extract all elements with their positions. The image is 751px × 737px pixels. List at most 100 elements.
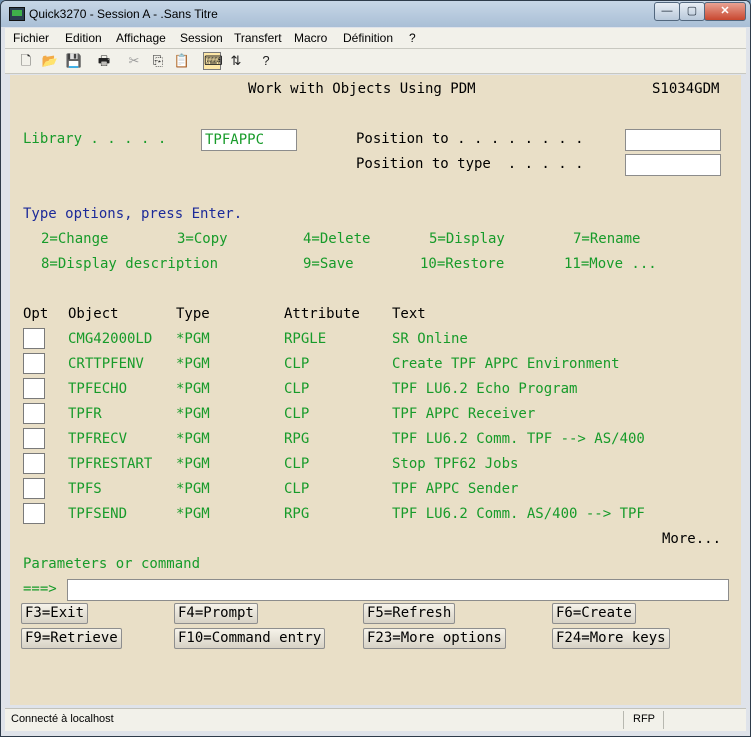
menu-macro[interactable]: Macro <box>294 31 327 45</box>
window-title: Quick3270 - Session A - .Sans Titre <box>29 7 218 21</box>
save-icon[interactable]: 💾 <box>65 52 83 70</box>
option-copy: 3=Copy <box>177 231 228 247</box>
object-text: TPF LU6.2 Echo Program <box>392 381 578 397</box>
object-name: CRTTPFENV <box>68 356 144 372</box>
column-header-attribute: Attribute <box>284 306 360 322</box>
object-attribute: CLP <box>284 356 310 372</box>
opt-field[interactable] <box>23 378 45 399</box>
opt-field[interactable] <box>23 328 45 349</box>
opt-field[interactable] <box>23 428 45 449</box>
position-to-field[interactable] <box>625 129 721 151</box>
object-name: TPFR <box>68 406 102 422</box>
menu-session[interactable]: Session <box>180 31 223 45</box>
object-type: *PGM <box>176 406 210 422</box>
status-divider <box>663 711 664 729</box>
f10-command-entry-button[interactable]: F10=Command entry <box>174 628 326 649</box>
object-text: TPF APPC Sender <box>392 481 519 497</box>
connection-status: Connecté à localhost <box>11 713 114 725</box>
f9-retrieve-button[interactable]: F9=Retrieve <box>21 628 122 649</box>
option-rename: 7=Rename <box>573 231 641 247</box>
object-type: *PGM <box>176 431 210 447</box>
object-name: TPFRESTART <box>68 456 153 472</box>
open-folder-icon[interactable]: 📂 <box>41 52 59 70</box>
position-to-type-field[interactable] <box>625 154 721 176</box>
menu-transfert[interactable]: Transfert <box>234 31 282 45</box>
status-divider <box>623 711 624 729</box>
screen-title: Work with Objects Using PDM <box>248 81 476 97</box>
object-attribute: RPGLE <box>284 331 327 347</box>
menu-edition[interactable]: Edition <box>65 31 102 45</box>
object-text: Create TPF APPC Environment <box>392 356 620 372</box>
option-display: 5=Display <box>429 231 505 247</box>
object-name: TPFSEND <box>68 506 128 522</box>
help-icon[interactable]: ? <box>257 52 275 70</box>
option-save: 9=Save <box>303 256 354 272</box>
maximize-button[interactable]: ▢ <box>679 2 705 21</box>
object-text: TPF APPC Receiver <box>392 406 536 422</box>
command-line-input[interactable] <box>67 579 729 601</box>
f3-exit-button[interactable]: F3=Exit <box>21 603 89 624</box>
f6-create-button[interactable]: F6=Create <box>552 603 636 624</box>
opt-field[interactable] <box>23 353 45 374</box>
object-text: TPF LU6.2 Comm. TPF --> AS/400 <box>392 431 645 447</box>
column-header-type: Type <box>176 306 210 322</box>
object-attribute: CLP <box>284 406 310 422</box>
library-field[interactable]: TPFAPPC <box>201 129 297 151</box>
copy-icon[interactable]: ⎘ <box>149 52 167 70</box>
close-button[interactable]: ✕ <box>704 2 746 21</box>
opt-field[interactable] <box>23 478 45 499</box>
opt-field[interactable] <box>23 503 45 524</box>
object-text: Stop TPF62 Jobs <box>392 456 519 472</box>
mode-indicator: RFP <box>633 713 655 725</box>
object-attribute: CLP <box>284 456 310 472</box>
f24-more-keys-button[interactable]: F24=More keys <box>552 628 670 649</box>
object-type: *PGM <box>176 456 210 472</box>
object-name: TPFS <box>68 481 102 497</box>
menu-definition[interactable]: Définition <box>343 31 393 45</box>
paste-icon[interactable]: 📋 <box>173 52 191 70</box>
terminal-screen[interactable]: Work with Objects Using PDM S1034GDM Lib… <box>10 75 741 705</box>
column-header-opt: Opt <box>23 306 49 322</box>
object-type: *PGM <box>176 356 210 372</box>
menu-affichage[interactable]: Affichage <box>116 31 166 45</box>
object-type: *PGM <box>176 331 210 347</box>
command-prompt: ===> <box>23 581 57 597</box>
library-label: Library . . . . . <box>23 131 167 147</box>
f23-more-options-button[interactable]: F23=More options <box>363 628 506 649</box>
menu-fichier[interactable]: Fichier <box>13 31 49 45</box>
new-file-icon[interactable]: 🗋 <box>17 52 35 70</box>
print-icon[interactable]: 🖶 <box>95 52 113 70</box>
object-text: SR Online <box>392 331 468 347</box>
object-type: *PGM <box>176 506 210 522</box>
column-header-object: Object <box>68 306 119 322</box>
option-delete: 4=Delete <box>303 231 371 247</box>
instruction-text: Type options, press Enter. <box>23 206 243 222</box>
more-indicator: More... <box>662 531 722 547</box>
cut-icon[interactable]: ✂ <box>125 52 143 70</box>
opt-field[interactable] <box>23 403 45 424</box>
keyboard-icon[interactable]: ⌨ <box>203 52 223 70</box>
option-move: 11=Move ... <box>564 256 657 272</box>
f5-refresh-button[interactable]: F5=Refresh <box>363 603 456 624</box>
app-window: Quick3270 - Session A - .Sans Titre — ▢ … <box>0 0 751 737</box>
title-bar[interactable]: Quick3270 - Session A - .Sans Titre — ▢ … <box>1 1 750 27</box>
menu-bar: Fichier Edition Affichage Session Transf… <box>5 28 746 49</box>
system-name: S1034GDM <box>652 81 720 97</box>
object-type: *PGM <box>176 481 210 497</box>
object-attribute: CLP <box>284 381 310 397</box>
object-text: TPF LU6.2 Comm. AS/400 --> TPF <box>392 506 645 522</box>
opt-field[interactable] <box>23 453 45 474</box>
f4-prompt-button[interactable]: F4=Prompt <box>174 603 258 624</box>
object-attribute: RPG <box>284 506 310 522</box>
object-type: *PGM <box>176 381 210 397</box>
object-name: CMG42000LD <box>68 331 153 347</box>
status-bar: Connecté à localhost RFP <box>5 708 746 731</box>
object-name: TPFRECV <box>68 431 128 447</box>
parameters-label: Parameters or command <box>23 556 201 572</box>
object-attribute: CLP <box>284 481 310 497</box>
menu-help[interactable]: ? <box>409 31 416 45</box>
minimize-button[interactable]: — <box>654 2 680 21</box>
position-to-type-label: Position to type . . . . . <box>356 156 584 172</box>
option-display-description: 8=Display description <box>41 256 219 272</box>
transfer-icon[interactable]: ⇅ <box>227 52 245 70</box>
